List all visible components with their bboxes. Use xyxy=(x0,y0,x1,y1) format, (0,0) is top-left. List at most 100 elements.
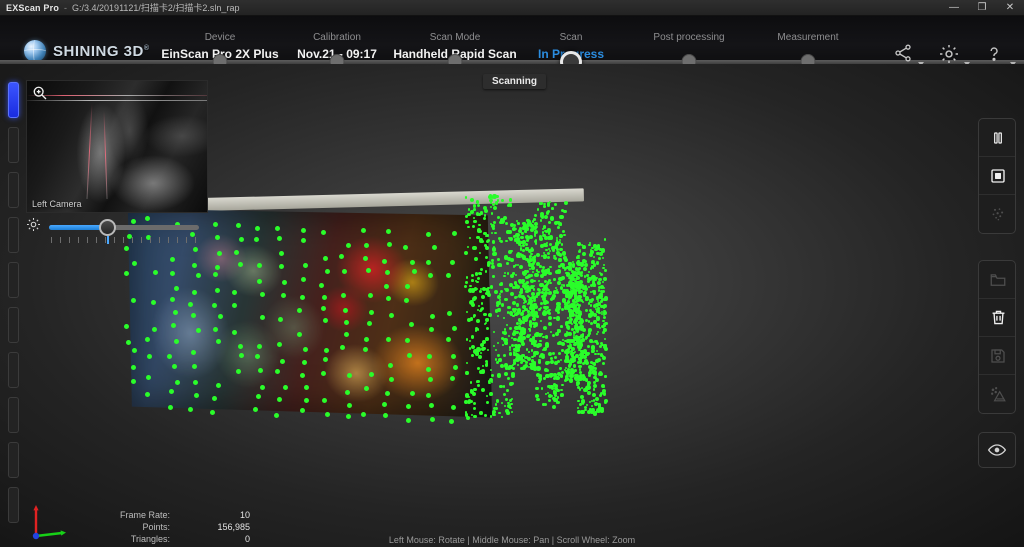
camera-label: Left Camera xyxy=(32,199,82,209)
cloud-point xyxy=(548,272,552,276)
cloud-point xyxy=(554,384,558,388)
cloud-point xyxy=(548,399,551,402)
stop-scan-button[interactable] xyxy=(979,157,1016,195)
cloud-point xyxy=(558,259,562,263)
cloud-point xyxy=(536,253,540,257)
cloud-point xyxy=(599,345,602,348)
pause-scan-button[interactable] xyxy=(979,119,1016,157)
left-tab-0[interactable] xyxy=(8,82,19,118)
cloud-point xyxy=(510,274,514,278)
cloud-point xyxy=(492,252,496,256)
cloud-point xyxy=(533,361,537,365)
cloud-point xyxy=(571,323,573,325)
cloud-point xyxy=(561,276,565,280)
cloud-point xyxy=(529,268,531,270)
cloud-point xyxy=(603,316,606,319)
cloud-point xyxy=(482,365,484,367)
cloud-point xyxy=(511,374,515,378)
cloud-point xyxy=(582,333,584,335)
title-separator: - xyxy=(64,3,67,13)
cloud-point xyxy=(578,292,581,295)
cloud-point xyxy=(596,408,601,413)
eye-icon[interactable] xyxy=(978,432,1016,468)
marker-point xyxy=(383,413,388,418)
slider-handle[interactable] xyxy=(99,219,116,236)
cloud-point xyxy=(602,257,604,259)
marker-point xyxy=(406,418,411,423)
cloud-point xyxy=(597,331,599,333)
cloud-point xyxy=(589,369,592,372)
cloud-point xyxy=(515,274,518,277)
left-tab-8[interactable] xyxy=(8,442,19,478)
open-project-button[interactable] xyxy=(979,261,1016,299)
cloud-point xyxy=(508,335,510,337)
cloud-point xyxy=(597,358,601,362)
marker-point xyxy=(404,298,409,303)
cloud-point xyxy=(503,331,507,335)
marker-point xyxy=(196,273,201,278)
maximize-button[interactable]: ❐ xyxy=(968,0,996,16)
cloud-point xyxy=(503,393,507,397)
marker-point xyxy=(366,268,371,273)
cloud-point xyxy=(561,349,564,352)
cloud-point xyxy=(464,400,468,404)
left-tab-1[interactable] xyxy=(8,127,19,163)
cloud-point xyxy=(556,401,559,404)
point-cloud-button[interactable] xyxy=(979,195,1016,233)
cloud-point xyxy=(567,327,571,331)
marker-point xyxy=(239,353,244,358)
brightness-slider[interactable] xyxy=(49,217,199,237)
cloud-point xyxy=(473,296,477,300)
cloud-point xyxy=(596,333,599,336)
cloud-point xyxy=(545,342,550,347)
save-button[interactable] xyxy=(979,337,1016,375)
cloud-point xyxy=(596,245,600,249)
cloud-point xyxy=(589,242,592,245)
cloud-point xyxy=(533,288,535,290)
cloud-point xyxy=(582,328,587,333)
cloud-point xyxy=(576,381,579,384)
zoom-in-icon[interactable] xyxy=(32,85,48,106)
left-tab-3[interactable] xyxy=(8,217,19,253)
cloud-point xyxy=(584,275,586,277)
close-button[interactable]: ✕ xyxy=(996,0,1024,16)
cloud-point xyxy=(552,352,555,355)
left-tab-6[interactable] xyxy=(8,352,19,388)
cloud-point xyxy=(560,394,563,397)
cloud-point xyxy=(579,369,581,371)
cloud-point xyxy=(473,220,477,224)
cloud-point xyxy=(522,222,526,226)
left-tab-2[interactable] xyxy=(8,172,19,208)
cloud-point xyxy=(495,403,498,406)
cloud-point xyxy=(541,216,544,219)
left-tab-5[interactable] xyxy=(8,307,19,343)
cloud-point xyxy=(532,305,536,309)
left-tab-7[interactable] xyxy=(8,397,19,433)
cloud-point xyxy=(466,338,469,341)
cloud-point xyxy=(598,278,602,282)
cloud-point xyxy=(544,230,546,232)
cloud-point xyxy=(500,290,503,293)
marker-point xyxy=(412,269,417,274)
left-tab-9[interactable] xyxy=(8,487,19,523)
camera-preview-panel[interactable]: Left Camera xyxy=(26,80,208,213)
trash-icon[interactable] xyxy=(979,299,1016,337)
marker-point xyxy=(277,397,282,402)
cloud-point xyxy=(505,409,509,413)
cloud-point xyxy=(504,255,509,260)
brightness-control[interactable] xyxy=(26,214,208,240)
cloud-point xyxy=(498,412,500,414)
cloud-point xyxy=(485,337,489,341)
marker-point xyxy=(426,232,431,237)
cloud-point xyxy=(587,345,590,348)
cloud-point xyxy=(545,249,548,252)
cloud-point xyxy=(577,309,580,312)
cloud-point xyxy=(523,257,526,260)
camera-scan-line-white xyxy=(27,100,207,101)
left-tab-4[interactable] xyxy=(8,262,19,298)
cloud-point xyxy=(592,280,594,282)
minimize-button[interactable]: — xyxy=(940,0,968,16)
marker-point xyxy=(301,228,306,233)
cloud-point xyxy=(569,315,572,318)
denoise-button[interactable] xyxy=(979,375,1016,413)
